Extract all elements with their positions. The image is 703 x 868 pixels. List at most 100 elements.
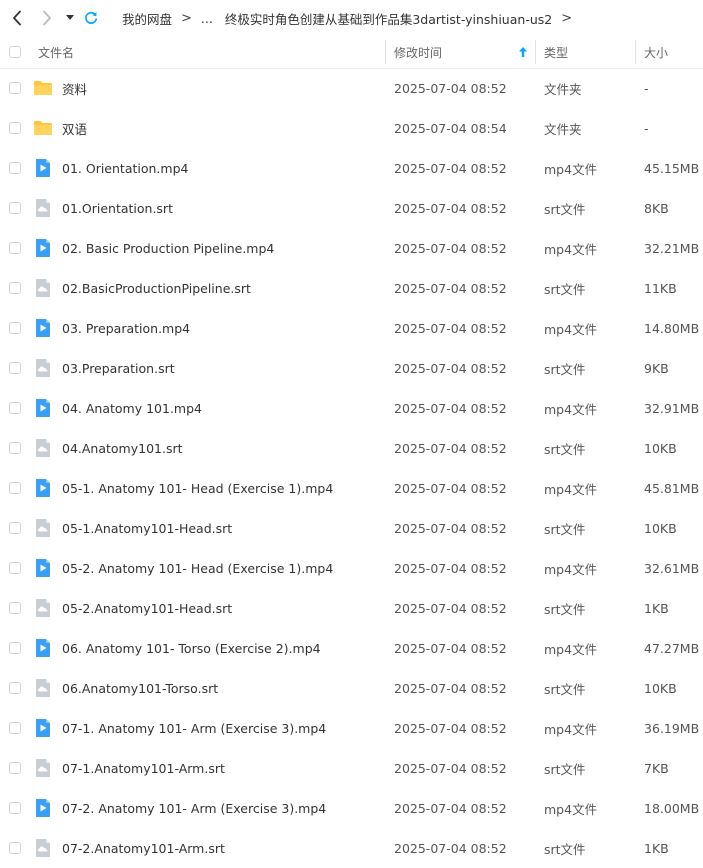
file-name[interactable]: 07-1. Anatomy 101- Arm (Exercise 3).mp4 bbox=[62, 708, 326, 748]
file-name[interactable]: 01. Orientation.mp4 bbox=[62, 148, 188, 188]
back-button[interactable] bbox=[6, 0, 28, 36]
file-name[interactable]: 06. Anatomy 101- Torso (Exercise 2).mp4 bbox=[62, 628, 321, 668]
file-row[interactable]: 03. Preparation.mp4 2025-07-04 08:52 mp4… bbox=[0, 308, 703, 348]
row-checkbox[interactable] bbox=[9, 322, 21, 334]
file-row[interactable]: 01. Orientation.mp4 2025-07-04 08:52 mp4… bbox=[0, 148, 703, 188]
file-name[interactable]: 04.Anatomy101.srt bbox=[62, 428, 183, 468]
breadcrumb-current[interactable]: 终极实时角色创建从基础到作品集3dartist-yinshiuan-us2 bbox=[225, 9, 552, 28]
row-checkbox[interactable] bbox=[9, 442, 21, 454]
chevron-left-icon bbox=[13, 10, 21, 26]
row-checkbox[interactable] bbox=[9, 162, 21, 174]
file-row[interactable]: 07-1.Anatomy101-Arm.srt 2025-07-04 08:52… bbox=[0, 748, 703, 788]
file-name[interactable]: 02. Basic Production Pipeline.mp4 bbox=[62, 228, 274, 268]
row-checkbox[interactable] bbox=[9, 482, 21, 494]
video-file-icon bbox=[33, 238, 53, 258]
file-row[interactable]: 02. Basic Production Pipeline.mp4 2025-0… bbox=[0, 228, 703, 268]
file-row[interactable]: 07-1. Anatomy 101- Arm (Exercise 3).mp4 … bbox=[0, 708, 703, 748]
row-checkbox[interactable] bbox=[9, 202, 21, 214]
column-header-modified[interactable]: 修改时间 bbox=[394, 36, 442, 68]
file-name[interactable]: 05-2.Anatomy101-Head.srt bbox=[62, 588, 232, 628]
file-name[interactable]: 05-2. Anatomy 101- Head (Exercise 1).mp4 bbox=[62, 548, 333, 588]
breadcrumb-ellipsis[interactable]: ... bbox=[201, 11, 213, 26]
file-row[interactable]: 04.Anatomy101.srt 2025-07-04 08:52 srt文件… bbox=[0, 428, 703, 468]
column-header-size[interactable]: 大小 bbox=[644, 36, 668, 68]
row-checkbox[interactable] bbox=[9, 602, 21, 614]
column-header-name[interactable]: 文件名 bbox=[38, 36, 74, 68]
file-type: mp4文件 bbox=[544, 481, 598, 497]
file-size: 32.21MB bbox=[644, 240, 700, 256]
file-modified-time: 2025-07-04 08:52 bbox=[394, 800, 507, 816]
file-type: mp4文件 bbox=[544, 801, 598, 817]
file-type: srt文件 bbox=[544, 601, 586, 617]
select-all-checkbox[interactable] bbox=[9, 46, 21, 58]
row-checkbox[interactable] bbox=[9, 802, 21, 814]
column-header-type[interactable]: 类型 bbox=[544, 36, 568, 68]
file-row[interactable]: 05-1.Anatomy101-Head.srt 2025-07-04 08:5… bbox=[0, 508, 703, 548]
file-type: srt文件 bbox=[544, 281, 586, 297]
file-name[interactable]: 01.Orientation.srt bbox=[62, 188, 173, 228]
row-checkbox[interactable] bbox=[9, 682, 21, 694]
file-name[interactable]: 05-1. Anatomy 101- Head (Exercise 1).mp4 bbox=[62, 468, 333, 508]
row-checkbox[interactable] bbox=[9, 282, 21, 294]
file-name[interactable]: 07-2. Anatomy 101- Arm (Exercise 3).mp4 bbox=[62, 788, 326, 828]
subtitle-file-icon bbox=[33, 758, 53, 778]
refresh-button[interactable] bbox=[82, 0, 100, 36]
file-row[interactable]: 06. Anatomy 101- Torso (Exercise 2).mp4 … bbox=[0, 628, 703, 668]
file-name[interactable]: 03. Preparation.mp4 bbox=[62, 308, 190, 348]
breadcrumb: 我的网盘 > ... 终极实时角色创建从基础到作品集3dartist-yinsh… bbox=[122, 0, 572, 36]
file-row[interactable]: 02.BasicProductionPipeline.srt 2025-07-0… bbox=[0, 268, 703, 308]
file-type: srt文件 bbox=[544, 521, 586, 537]
subtitle-file-icon bbox=[33, 438, 53, 458]
row-checkbox[interactable] bbox=[9, 122, 21, 134]
history-dropdown-button[interactable] bbox=[63, 0, 77, 36]
sort-ascending-icon[interactable] bbox=[519, 36, 527, 68]
file-size: 47.27MB bbox=[644, 640, 700, 656]
file-name[interactable]: 07-2.Anatomy101-Arm.srt bbox=[62, 828, 225, 868]
file-row[interactable]: 06.Anatomy101-Torso.srt 2025-07-04 08:52… bbox=[0, 668, 703, 708]
file-row[interactable]: 双语 2025-07-04 08:54 文件夹 - bbox=[0, 108, 703, 148]
file-name[interactable]: 03.Preparation.srt bbox=[62, 348, 175, 388]
file-name[interactable]: 07-1.Anatomy101-Arm.srt bbox=[62, 748, 225, 788]
file-modified-time: 2025-07-04 08:52 bbox=[394, 320, 507, 336]
file-size: 1KB bbox=[644, 600, 669, 616]
file-row[interactable]: 01.Orientation.srt 2025-07-04 08:52 srt文… bbox=[0, 188, 703, 228]
file-name[interactable]: 05-1.Anatomy101-Head.srt bbox=[62, 508, 232, 548]
file-size: 10KB bbox=[644, 520, 677, 536]
file-modified-time: 2025-07-04 08:52 bbox=[394, 640, 507, 656]
file-name[interactable]: 资料 bbox=[62, 68, 87, 108]
file-row[interactable]: 05-1. Anatomy 101- Head (Exercise 1).mp4… bbox=[0, 468, 703, 508]
file-size: - bbox=[644, 120, 649, 136]
folder-icon bbox=[33, 118, 53, 138]
file-row[interactable]: 04. Anatomy 101.mp4 2025-07-04 08:52 mp4… bbox=[0, 388, 703, 428]
row-checkbox[interactable] bbox=[9, 562, 21, 574]
file-name[interactable]: 06.Anatomy101-Torso.srt bbox=[62, 668, 218, 708]
file-name[interactable]: 02.BasicProductionPipeline.srt bbox=[62, 268, 251, 308]
file-type: srt文件 bbox=[544, 681, 586, 697]
file-name[interactable]: 双语 bbox=[62, 108, 87, 148]
row-checkbox[interactable] bbox=[9, 762, 21, 774]
row-checkbox[interactable] bbox=[9, 402, 21, 414]
file-type: srt文件 bbox=[544, 841, 586, 857]
row-checkbox[interactable] bbox=[9, 842, 21, 854]
file-name[interactable]: 04. Anatomy 101.mp4 bbox=[62, 388, 202, 428]
file-row[interactable]: 05-2. Anatomy 101- Head (Exercise 1).mp4… bbox=[0, 548, 703, 588]
file-type: mp4文件 bbox=[544, 321, 598, 337]
video-file-icon bbox=[33, 558, 53, 578]
row-checkbox[interactable] bbox=[9, 82, 21, 94]
row-checkbox[interactable] bbox=[9, 642, 21, 654]
file-row[interactable]: 07-2.Anatomy101-Arm.srt 2025-07-04 08:52… bbox=[0, 828, 703, 868]
row-checkbox[interactable] bbox=[9, 362, 21, 374]
subtitle-file-icon bbox=[33, 358, 53, 378]
row-checkbox[interactable] bbox=[9, 722, 21, 734]
subtitle-file-icon bbox=[33, 278, 53, 298]
file-row[interactable]: 05-2.Anatomy101-Head.srt 2025-07-04 08:5… bbox=[0, 588, 703, 628]
row-checkbox[interactable] bbox=[9, 242, 21, 254]
file-row[interactable]: 资料 2025-07-04 08:52 文件夹 - bbox=[0, 68, 703, 108]
breadcrumb-separator: > bbox=[181, 10, 192, 26]
file-modified-time: 2025-07-04 08:52 bbox=[394, 80, 507, 96]
file-row[interactable]: 07-2. Anatomy 101- Arm (Exercise 3).mp4 … bbox=[0, 788, 703, 828]
file-row[interactable]: 03.Preparation.srt 2025-07-04 08:52 srt文… bbox=[0, 348, 703, 388]
forward-button[interactable] bbox=[36, 0, 58, 36]
row-checkbox[interactable] bbox=[9, 522, 21, 534]
breadcrumb-root[interactable]: 我的网盘 bbox=[122, 9, 172, 28]
